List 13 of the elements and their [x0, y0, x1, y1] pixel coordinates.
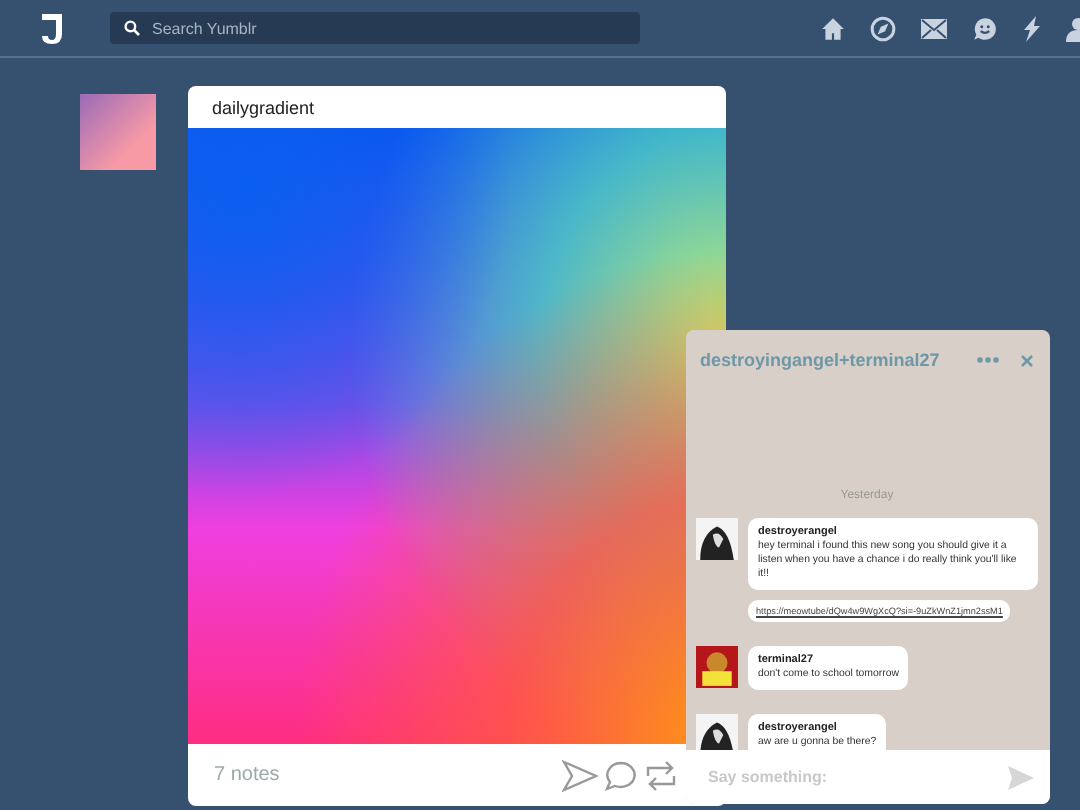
comment-icon[interactable]: [604, 759, 638, 791]
compass-icon[interactable]: [870, 15, 896, 41]
smiley-bubble-icon[interactable]: [972, 15, 998, 41]
chat-title: destroyingangel+terminal27: [700, 350, 940, 370]
search-field[interactable]: Search Yumblr: [110, 12, 640, 44]
mail-icon[interactable]: [920, 17, 948, 39]
blog-name[interactable]: dailygradient: [188, 86, 315, 128]
home-icon[interactable]: [820, 15, 846, 41]
lightning-icon[interactable]: [1022, 15, 1042, 41]
search-icon: [124, 20, 140, 36]
send-icon[interactable]: [562, 759, 598, 791]
logo-icon[interactable]: [38, 10, 66, 46]
reblog-icon[interactable]: [644, 759, 678, 791]
